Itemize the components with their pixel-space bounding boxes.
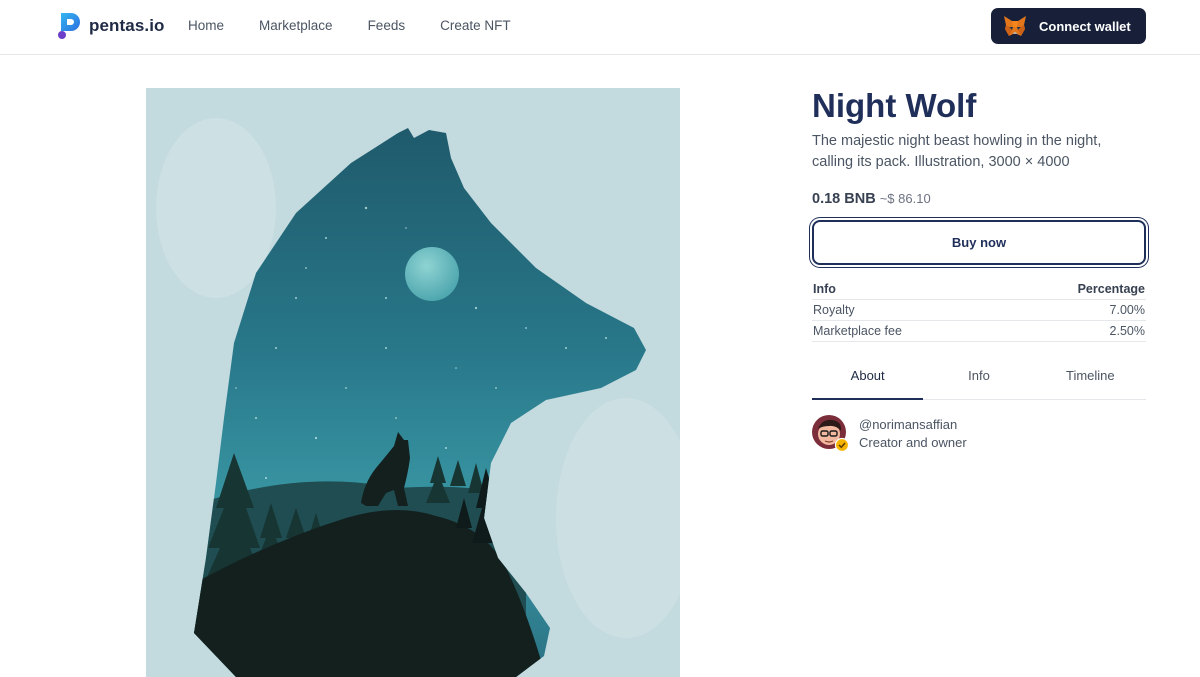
price-usd: ~$ 86.10	[879, 191, 931, 206]
fees-header-row: Info Percentage	[812, 281, 1146, 300]
owner-info: @norimansaffian Creator and owner	[859, 416, 967, 452]
owner-role: Creator and owner	[859, 434, 967, 450]
fees-header-percentage: Percentage	[1001, 281, 1146, 300]
nft-artwork-image	[146, 88, 680, 677]
main-nav: Home Marketplace Feeds Create NFT	[188, 18, 546, 33]
owner-handle[interactable]: @norimansaffian	[859, 416, 967, 434]
fees-row-royalty: Royalty 7.00%	[812, 299, 1146, 321]
fees-label: Marketplace fee	[812, 320, 1002, 342]
fees-table: Info Percentage Royalty 7.00% Marketplac…	[812, 281, 1146, 342]
nft-description: The majestic night beast howling in the …	[812, 133, 1102, 170]
tab-info[interactable]: Info	[923, 368, 1034, 399]
night-wolf-illustration	[146, 88, 680, 677]
fees-header-info: Info	[812, 281, 1002, 300]
nft-price: 0.18 BNB ~$ 86.10	[812, 191, 1146, 207]
top-navbar: pentas.io Home Marketplace Feeds Create …	[0, 0, 1200, 55]
avatar	[812, 415, 849, 452]
detail-tabs: About Info Timeline	[812, 368, 1146, 400]
pentas-logo-icon	[58, 13, 80, 39]
fees-value: 7.00%	[1001, 299, 1146, 321]
nav-feeds[interactable]: Feeds	[368, 18, 406, 33]
fees-value: 2.50%	[1001, 320, 1146, 342]
price-bnb: 0.18 BNB	[812, 191, 876, 207]
nft-details-panel: Night Wolf The majestic night beast howl…	[812, 86, 1146, 452]
connect-wallet-button[interactable]: Connect wallet	[991, 8, 1146, 44]
verified-badge-icon	[834, 437, 849, 452]
brand-logo[interactable]: pentas.io	[56, 12, 165, 40]
nav-create-nft[interactable]: Create NFT	[440, 18, 511, 33]
nav-marketplace[interactable]: Marketplace	[259, 18, 333, 33]
tab-about[interactable]: About	[812, 368, 924, 400]
buy-now-button[interactable]: Buy now	[812, 220, 1146, 265]
owner-card[interactable]: @norimansaffian Creator and owner	[812, 415, 1146, 452]
brand-name: pentas.io	[89, 16, 165, 35]
fees-label: Royalty	[812, 299, 1002, 321]
tab-timeline[interactable]: Timeline	[1035, 368, 1146, 399]
nft-title: Night Wolf	[812, 87, 977, 124]
fees-row-marketplace: Marketplace fee 2.50%	[812, 320, 1146, 342]
nav-home[interactable]: Home	[188, 18, 224, 33]
connect-wallet-label: Connect wallet	[1039, 18, 1131, 34]
metamask-fox-icon	[1004, 16, 1026, 36]
